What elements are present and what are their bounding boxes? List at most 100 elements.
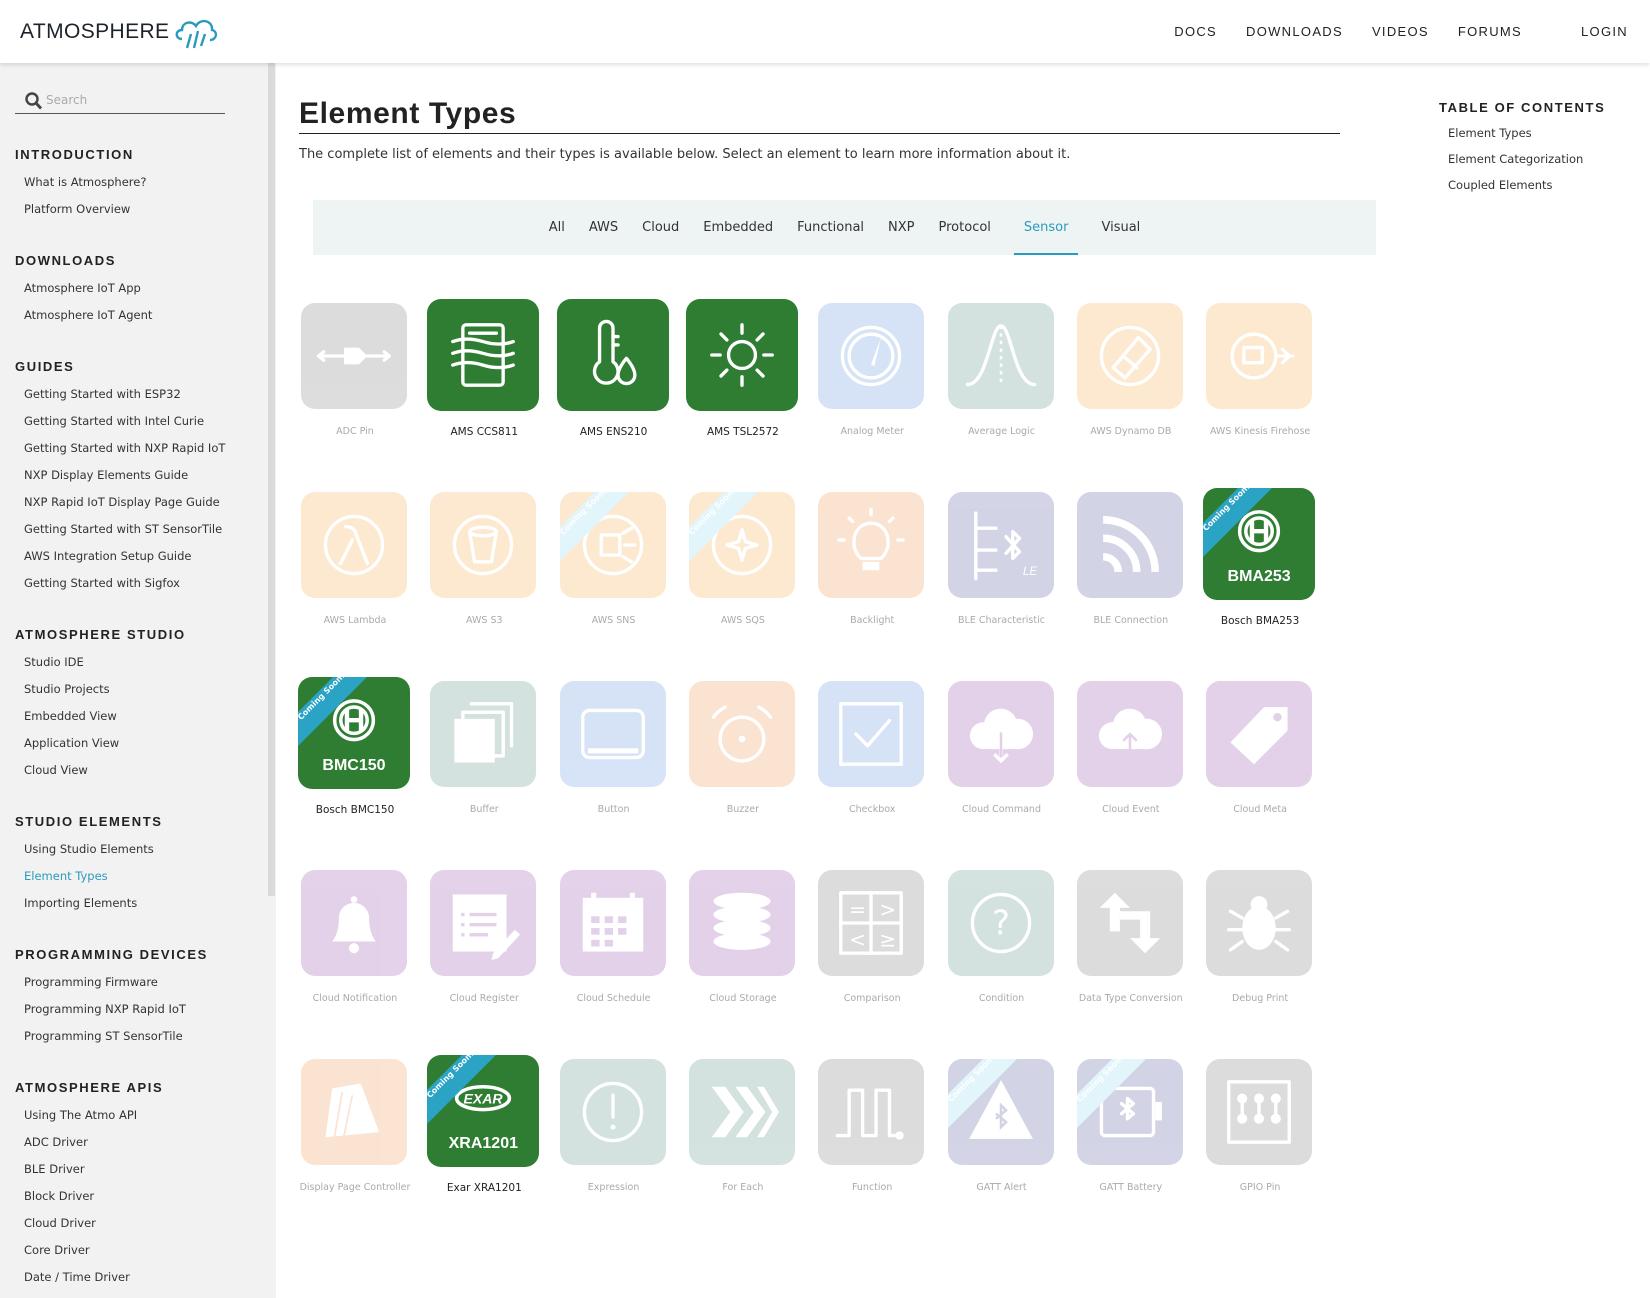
tab-embedded[interactable]: Embedded (702, 200, 774, 255)
element-tile: EXAR XRA1201 Coming Soon! (427, 1055, 540, 1167)
toc-item-element-types[interactable]: Element Types (1448, 126, 1532, 140)
element-label: Cloud Meta (1233, 804, 1287, 815)
sidebar-item-atmosphere-iot-app[interactable]: Atmosphere IoT App (24, 281, 141, 295)
sidebar-item-getting-started-with-intel-curie[interactable]: Getting Started with Intel Curie (24, 414, 204, 428)
firehose-icon (1230, 332, 1295, 380)
intro-text: The complete list of elements and their … (299, 147, 1071, 162)
main-content: Element Types The complete list of eleme… (276, 63, 1650, 1298)
sidebar-item-nxp-display-elements-guide[interactable]: NXP Display Elements Guide (24, 468, 188, 482)
tab-aws[interactable]: AWS (588, 200, 619, 255)
element-label: GPIO Pin (1239, 1182, 1281, 1193)
toc-item-element-categorization[interactable]: Element Categorization (1448, 152, 1583, 166)
sidebar-item-embedded-view[interactable]: Embedded View (24, 709, 117, 723)
lambda-icon (323, 514, 385, 576)
sidebar-section-atmosphere-apis: ATMOSPHERE APIS (15, 1080, 164, 1095)
pages-icon (325, 1083, 380, 1145)
sidebar-scrollbar[interactable] (268, 63, 275, 896)
element-tile: LE (947, 492, 1054, 598)
nav-forums[interactable]: FORUMS (1458, 24, 1522, 39)
sidebar-item-studio-projects[interactable]: Studio Projects (24, 682, 110, 696)
svg-text:LE: LE (1022, 565, 1037, 578)
adc-pin-icon (317, 347, 391, 365)
element-tile (301, 492, 407, 598)
element-label: AWS Kinesis Firehose (1209, 426, 1311, 437)
sidebar-section-studio-elements: STUDIO ELEMENTS (15, 814, 163, 829)
tab-visual[interactable]: Visual (1100, 200, 1141, 255)
sidebar-item-getting-started-with-esp32[interactable]: Getting Started with ESP32 (24, 387, 181, 401)
element-tile (1206, 870, 1313, 976)
bell-curve-icon (965, 324, 1036, 387)
sidebar-item-core-driver[interactable]: Core Driver (24, 1243, 90, 1257)
tab-functional[interactable]: Functional (796, 200, 865, 255)
element-tile: Coming Soon! (947, 1059, 1054, 1165)
element-tile (947, 303, 1054, 409)
element-tile (430, 492, 537, 598)
sidebar-item-getting-started-with-nxp-rapid-iot[interactable]: Getting Started with NXP Rapid IoT (24, 441, 225, 455)
sidebar-item-what-is-atmosphere[interactable]: What is Atmosphere? (24, 175, 146, 189)
sidebar-item-studio-ide[interactable]: Studio IDE (24, 655, 84, 669)
sun-icon (709, 323, 774, 387)
element-tile (685, 299, 798, 411)
sidebar-item-aws-integration-setup-guide[interactable]: AWS Integration Setup Guide (24, 549, 192, 563)
element-tile (301, 303, 407, 409)
tab-all[interactable]: All (548, 200, 566, 255)
element-tile (559, 870, 666, 976)
sidebar-section-atmosphere-studio: ATMOSPHERE STUDIO (15, 627, 186, 642)
exclamation-icon (582, 1081, 643, 1143)
element-tile (1206, 1059, 1313, 1165)
search-input[interactable] (46, 93, 216, 107)
toc-item-coupled-elements[interactable]: Coupled Elements (1448, 178, 1552, 192)
sidebar-item-adc-driver[interactable]: ADC Driver (24, 1135, 88, 1149)
sidebar-item-application-view[interactable]: Application View (24, 736, 119, 750)
atmosphere-logo[interactable]: ATMOSPHERE (20, 14, 218, 50)
element-tile (688, 870, 795, 976)
element-tile (818, 681, 925, 787)
sidebar-section-guides: GUIDES (15, 359, 75, 374)
tab-cloud[interactable]: Cloud (641, 200, 680, 255)
element-tile (818, 303, 925, 409)
svg-text:<: < (849, 928, 866, 952)
search-icon (25, 92, 43, 110)
sidebar-item-getting-started-with-sigfox[interactable]: Getting Started with Sigfox (24, 576, 180, 590)
tab-sensor[interactable]: Sensor (1013, 200, 1079, 255)
thermometer-humidity-icon (592, 319, 637, 386)
sidebar-item-programming-nxp-rapid-iot[interactable]: Programming NXP Rapid IoT (24, 1002, 186, 1016)
buffer-icon (454, 702, 514, 763)
top-navbar: ATMOSPHERE DOCS DOWNLOADS VIDEOS FORUMS … (0, 0, 1650, 63)
logo-text: ATMOSPHERE (20, 20, 170, 43)
element-tile (947, 681, 1054, 787)
nav-downloads[interactable]: DOWNLOADS (1246, 24, 1343, 39)
sidebar-item-importing-elements[interactable]: Importing Elements (24, 896, 137, 910)
sidebar-item-getting-started-with-st-sensortile[interactable]: Getting Started with ST SensorTile (24, 522, 222, 536)
sidebar-item-using-studio-elements[interactable]: Using Studio Elements (24, 842, 154, 856)
checkbox-icon (839, 702, 904, 766)
sidebar-item-atmosphere-iot-agent[interactable]: Atmosphere IoT Agent (24, 308, 152, 322)
tab-protocol[interactable]: Protocol (938, 200, 992, 255)
sidebar-item-using-the-atmo-api[interactable]: Using The Atmo API (24, 1108, 137, 1122)
sidebar-item-platform-overview[interactable]: Platform Overview (24, 202, 130, 216)
toc-title: TABLE OF CONTENTS (1439, 100, 1606, 115)
tab-nxp[interactable]: NXP (887, 200, 915, 255)
element-tile: Coming Soon! (559, 492, 666, 598)
sidebar-item-ble-driver[interactable]: BLE Driver (24, 1162, 85, 1176)
nav-videos[interactable]: VIDEOS (1372, 24, 1429, 39)
element-tile (818, 1059, 925, 1165)
gpio-icon (1227, 1080, 1292, 1144)
element-tile (301, 870, 407, 976)
sidebar-section-downloads: DOWNLOADS (15, 253, 117, 268)
sidebar-item-programming-st-sensortile[interactable]: Programming ST SensorTile (24, 1029, 183, 1043)
sidebar-item-nxp-rapid-iot-display-page-guide[interactable]: NXP Rapid IoT Display Page Guide (24, 495, 220, 509)
sidebar-item-block-driver[interactable]: Block Driver (24, 1189, 94, 1203)
database-icon (713, 892, 771, 950)
cloud-upload-icon (1098, 708, 1162, 763)
nav-docs[interactable]: DOCS (1174, 24, 1217, 39)
comparison-icon: = > < ≥ (839, 891, 904, 955)
sidebar-item-cloud-driver[interactable]: Cloud Driver (24, 1216, 96, 1230)
element-badge-name: BMC150 (322, 757, 386, 774)
sidebar-item-cloud-view[interactable]: Cloud View (24, 763, 88, 777)
sidebar-item-programming-firmware[interactable]: Programming Firmware (24, 975, 158, 989)
air-quality-icon (451, 323, 516, 387)
nav-login[interactable]: LOGIN (1581, 24, 1628, 39)
sidebar-item-element-types[interactable]: Element Types (24, 869, 108, 883)
sidebar-item-date-time-driver[interactable]: Date / Time Driver (24, 1270, 130, 1284)
